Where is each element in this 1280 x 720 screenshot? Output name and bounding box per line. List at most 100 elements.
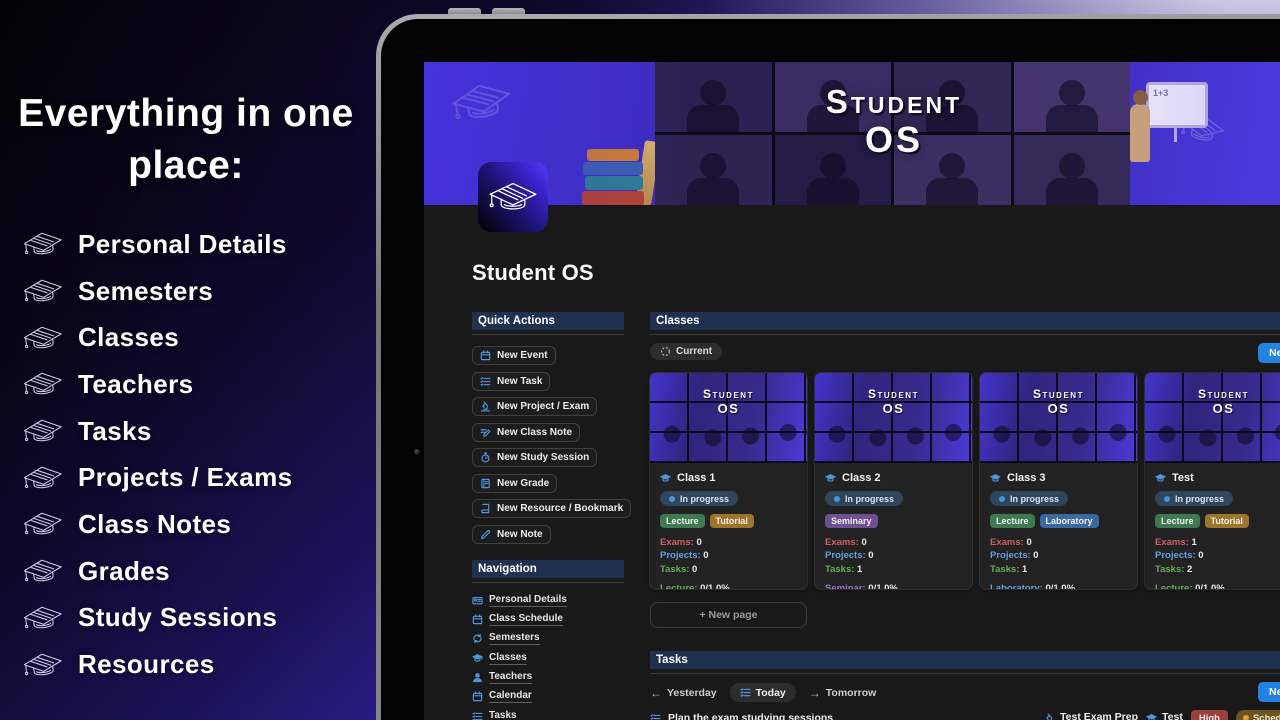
class-gallery: StudentOS Class 1 In progress Lecture Tu… (650, 373, 1280, 589)
nav-item-teachers[interactable]: Teachers (472, 671, 624, 684)
books-illustration (582, 127, 668, 205)
feature-label: Grades (78, 556, 170, 587)
card-cover: StudentOS (650, 373, 807, 463)
front-camera-icon (414, 449, 420, 455)
tasks-section-header: Tasks (650, 651, 1280, 669)
new-page-button[interactable]: + New page (650, 602, 807, 628)
feature-label: Study Sessions (78, 602, 277, 633)
arrow-left-icon: ← (650, 686, 662, 700)
classes-section-header: Classes (650, 312, 1280, 330)
tag-badge: Lecture (990, 514, 1035, 528)
divider (472, 582, 624, 583)
list-item: Class Notes (22, 501, 293, 548)
priority-badge: High (1191, 710, 1228, 720)
tab-yesterday[interactable]: ← Yesterday (650, 686, 717, 700)
card-cover: StudentOS (815, 373, 972, 463)
tag-badge: Lecture (660, 514, 705, 528)
new-project-exam-button[interactable]: New Project / Exam (472, 397, 597, 416)
tag-badge: Lecture (1155, 514, 1200, 528)
new-event-button[interactable]: New Event (472, 346, 556, 365)
list-item: Classes (22, 314, 293, 361)
page-icon[interactable] (478, 162, 548, 232)
feature-label: Teachers (78, 369, 193, 400)
tag-badge: Seminary (825, 514, 878, 528)
tablet-device: Student OS 1+3 Student OS Quick Actions (376, 14, 1280, 720)
graduation-cap-icon (20, 413, 65, 449)
grad-cap-icon (660, 473, 671, 484)
book-icon (480, 503, 491, 514)
task-row[interactable]: Plan the exam studying sessions Test Exa… (650, 709, 1280, 720)
class-card[interactable]: StudentOS Class 2 In progress Seminary (815, 373, 972, 589)
new-resource-bookmark-button[interactable]: New Resource / Bookmark (472, 499, 631, 518)
nav-item-calendar[interactable]: Calendar (472, 690, 624, 703)
graduation-cap-icon (20, 320, 65, 356)
status-dot-icon (669, 496, 675, 502)
graduation-cap-icon (20, 600, 65, 636)
tab-today[interactable]: Today (730, 683, 796, 702)
class-note-icon (480, 427, 491, 438)
class-name: Class 1 (677, 472, 716, 484)
new-grade-button[interactable]: New Grade (472, 474, 557, 493)
feature-label: Personal Details (78, 229, 287, 260)
notion-app: Student OS 1+3 Student OS Quick Actions (424, 62, 1280, 720)
graduation-cap-icon (20, 460, 65, 496)
new-task-button[interactable]: New Task (472, 372, 550, 391)
class-card[interactable]: StudentOS Test In progress Lecture Tutor… (1145, 373, 1280, 589)
status-badge: Scheduled (1236, 710, 1280, 720)
list-item: Grades (22, 548, 293, 595)
nav-item-class-schedule[interactable]: Class Schedule (472, 613, 624, 626)
new-class-note-button[interactable]: New Class Note (472, 423, 580, 442)
nav-item-semesters[interactable]: Semesters (472, 632, 624, 645)
task-title: Plan the exam studying sessions (668, 712, 833, 720)
graduation-cap-icon (20, 226, 65, 262)
related-project-link[interactable]: Test Exam Prep (1044, 711, 1138, 720)
tag-badge: Tutorial (710, 514, 754, 528)
id-card-icon (472, 595, 483, 606)
feature-label: Projects / Exams (78, 462, 293, 493)
new-note-button[interactable]: New Note (472, 525, 551, 544)
poster-headline: Everything in one place: (18, 88, 354, 191)
tab-tomorrow[interactable]: → Tomorrow (809, 686, 877, 700)
graduation-cap-icon (20, 646, 65, 682)
list-item: Personal Details (22, 221, 293, 268)
list-item: Resources (22, 641, 293, 688)
task-list-icon (480, 376, 491, 387)
status-badge: In progress (825, 491, 903, 506)
right-column: Classes Current New StudentOS (650, 312, 1280, 720)
class-name: Test (1172, 472, 1194, 484)
new-class-button[interactable]: New (1258, 343, 1280, 363)
class-card[interactable]: StudentOS Class 1 In progress Lecture Tu… (650, 373, 807, 589)
teacher-illustration: 1+3 (1124, 76, 1234, 205)
feature-label: Class Notes (78, 509, 231, 540)
new-study-session-button[interactable]: New Study Session (472, 448, 597, 467)
related-class-link[interactable]: Test (1146, 711, 1183, 720)
graduation-cap-icon (20, 553, 65, 589)
nav-item-personal-details[interactable]: Personal Details (472, 594, 624, 607)
page-title: Student OS (472, 260, 594, 286)
list-item: Study Sessions (22, 595, 293, 642)
nav-item-classes[interactable]: Classes (472, 652, 624, 665)
pencil-icon (480, 529, 491, 540)
left-column: Quick Actions New Event New Task New Pro… (472, 312, 624, 720)
status-dot-icon (1164, 496, 1170, 502)
graduation-cap-doodle-icon (1177, 108, 1229, 151)
class-card[interactable]: StudentOS Class 3 In progress Lecture La… (980, 373, 1137, 589)
card-cover: StudentOS (1145, 373, 1280, 463)
calendar-icon (480, 350, 491, 361)
page-cover[interactable]: Student OS 1+3 (424, 62, 1280, 205)
navigation-header: Navigation (472, 560, 624, 578)
divider (650, 673, 1280, 674)
feature-label: Classes (78, 322, 179, 353)
grad-cap-icon (472, 653, 483, 664)
task-list-icon (472, 711, 483, 720)
new-task-button-tasks[interactable]: New (1258, 682, 1280, 702)
calendar-icon (472, 691, 483, 702)
grad-cap-icon (1155, 473, 1166, 484)
current-filter-tab[interactable]: Current (650, 343, 722, 360)
class-name: Class 3 (1007, 472, 1046, 484)
graduation-cap-icon (20, 506, 65, 542)
nav-item-tasks[interactable]: Tasks (472, 710, 624, 720)
arrow-right-icon: → (809, 686, 821, 700)
poster-background: Everything in one place: Personal Detail… (0, 0, 1280, 720)
status-dot-icon (834, 496, 840, 502)
